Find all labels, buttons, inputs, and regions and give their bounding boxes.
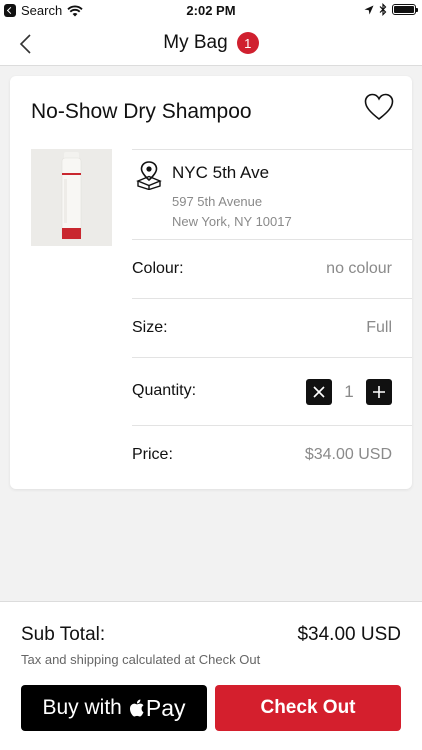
page-title: My Bag [163,32,228,53]
remove-icon [313,386,325,398]
tax-note: Tax and shipping calculated at Check Out [21,652,261,667]
location-arrow-icon [364,5,374,14]
apple-pay-word: Pay [145,694,186,721]
check-out-button[interactable]: Check Out [215,685,401,731]
remove-button[interactable] [306,379,332,405]
store-pin-icon [136,161,162,190]
status-indicators [364,3,418,16]
store-name: NYC 5th Ave [172,163,270,182]
status-bar: Search 2:02 PM [0,0,422,22]
bluetooth-icon [379,3,387,16]
subtotal-value: $34.00 USD [297,624,401,645]
subtotal-label: Sub Total: [21,624,106,645]
quantity-row: Quantity: 1 [132,357,412,425]
bag-count-badge: 1 [236,32,259,54]
price-row: Price: $34.00 USD [132,425,412,489]
colour-row: Colour: no colour [132,239,412,298]
product-name: No-Show Dry Shampoo [31,100,252,123]
navigation-bar: My Bag 1 [0,22,422,66]
heart-icon[interactable] [364,93,394,121]
battery-icon [392,4,418,15]
apple-pay-text: Buy with [42,696,122,719]
checkout-footer: Sub Total: $34.00 USD Tax and shipping c… [0,601,422,750]
colour-value: no colour [326,260,392,277]
price-label: Price: [132,446,173,463]
store-address-line1: 597 5th Avenue [172,194,263,209]
apple-logo-icon [129,699,144,717]
quantity-value: 1 [344,382,354,401]
quantity-label: Quantity: [132,382,197,399]
apple-pay-button[interactable]: Buy with Pay [21,685,207,731]
price-value: $34.00 USD [304,446,392,463]
quantity-stepper: 1 [306,379,392,405]
bag-item-card: No-Show Dry Shampoo NYC 5th Ave 597 5th … [10,76,412,489]
product-image[interactable] [31,149,112,246]
page-title-group: My Bag 1 [0,32,422,54]
status-time: 2:02 PM [186,3,236,18]
size-row: Size: Full [132,298,412,357]
size-value: Full [366,319,392,336]
colour-label: Colour: [132,260,184,277]
store-pickup-row[interactable]: NYC 5th Ave 597 5th Avenue New York, NY … [132,149,412,239]
increase-quantity-button[interactable] [366,379,392,405]
store-address-line2: New York, NY 10017 [172,214,292,229]
size-label: Size: [132,319,168,336]
add-icon [373,386,385,398]
